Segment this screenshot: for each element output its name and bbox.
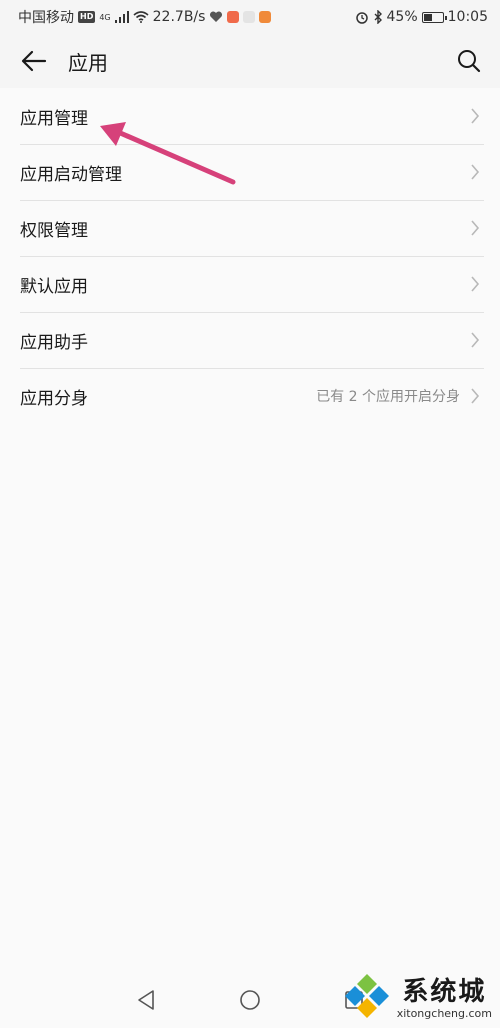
chevron-right-icon — [471, 388, 480, 404]
notification-app-icon — [227, 11, 240, 23]
back-button[interactable] — [0, 34, 68, 88]
list-item-app-launch-management[interactable]: 应用启动管理 — [0, 144, 500, 200]
alarm-icon — [355, 12, 368, 24]
status-left: 中国移动 HD 4G 22.7B/s — [18, 7, 272, 27]
list-item-label: 应用助手 — [20, 332, 88, 353]
list-item-label: 应用分身 — [20, 388, 88, 409]
page-title: 应用 — [68, 50, 108, 75]
chevron-right-icon — [471, 108, 480, 124]
status-right: 45% 10:05 — [355, 9, 488, 25]
notification-app-icon-3 — [259, 11, 272, 23]
network-type: 4G — [99, 12, 111, 22]
status-bar: 中国移动 HD 4G 22.7B/s 45% 10:05 — [0, 0, 500, 34]
chevron-right-icon — [471, 220, 480, 236]
watermark-url: xitongcheng.com — [396, 1006, 492, 1020]
nav-home-button[interactable] — [233, 983, 267, 1017]
search-button[interactable] — [454, 46, 484, 76]
app-bar: 应用 — [0, 34, 500, 88]
list-item-app-twin[interactable]: 应用分身 已有 2 个应用开启分身 — [0, 368, 500, 424]
hd-badge: HD — [78, 11, 96, 23]
watermark: 系统城 xitongcheng.com — [341, 972, 492, 1024]
circle-home-icon — [240, 990, 260, 1010]
health-heart-icon — [210, 11, 223, 22]
list-item-app-assistant[interactable]: 应用助手 — [0, 312, 500, 368]
watermark-logo — [344, 974, 389, 1018]
list-item-label: 应用管理 — [20, 108, 88, 129]
list-item-default-apps[interactable]: 默认应用 — [0, 256, 500, 312]
search-icon — [458, 50, 481, 73]
triangle-back-icon — [138, 990, 154, 1010]
chevron-right-icon — [471, 332, 480, 348]
chevron-right-icon — [471, 164, 480, 180]
bluetooth-icon — [374, 10, 382, 24]
carrier-name: 中国移动 — [18, 10, 74, 26]
signal-icon — [114, 11, 129, 23]
nav-back-button[interactable] — [129, 983, 163, 1017]
list-item-label: 权限管理 — [20, 220, 88, 241]
wifi-icon — [133, 11, 149, 23]
notification-app-icon-2 — [243, 11, 256, 23]
clock: 10:05 — [447, 9, 488, 25]
watermark-title: 系统城 — [402, 976, 487, 1007]
settings-list: 应用管理 应用启动管理 权限管理 默认应用 应用助手 应用分身 已有 2 个应用… — [0, 88, 500, 424]
list-item-value: 已有 2 个应用开启分身 — [316, 389, 460, 405]
battery-percent: 45% — [386, 9, 418, 25]
chevron-right-icon — [471, 276, 480, 292]
network-speed: 22.7B/s — [152, 9, 206, 25]
arrow-left-icon — [21, 50, 47, 72]
battery-icon — [421, 11, 447, 23]
list-item-label: 应用启动管理 — [20, 164, 122, 185]
list-item-label: 默认应用 — [20, 276, 88, 297]
list-item-app-management[interactable]: 应用管理 — [0, 88, 500, 144]
list-item-permission-management[interactable]: 权限管理 — [0, 200, 500, 256]
